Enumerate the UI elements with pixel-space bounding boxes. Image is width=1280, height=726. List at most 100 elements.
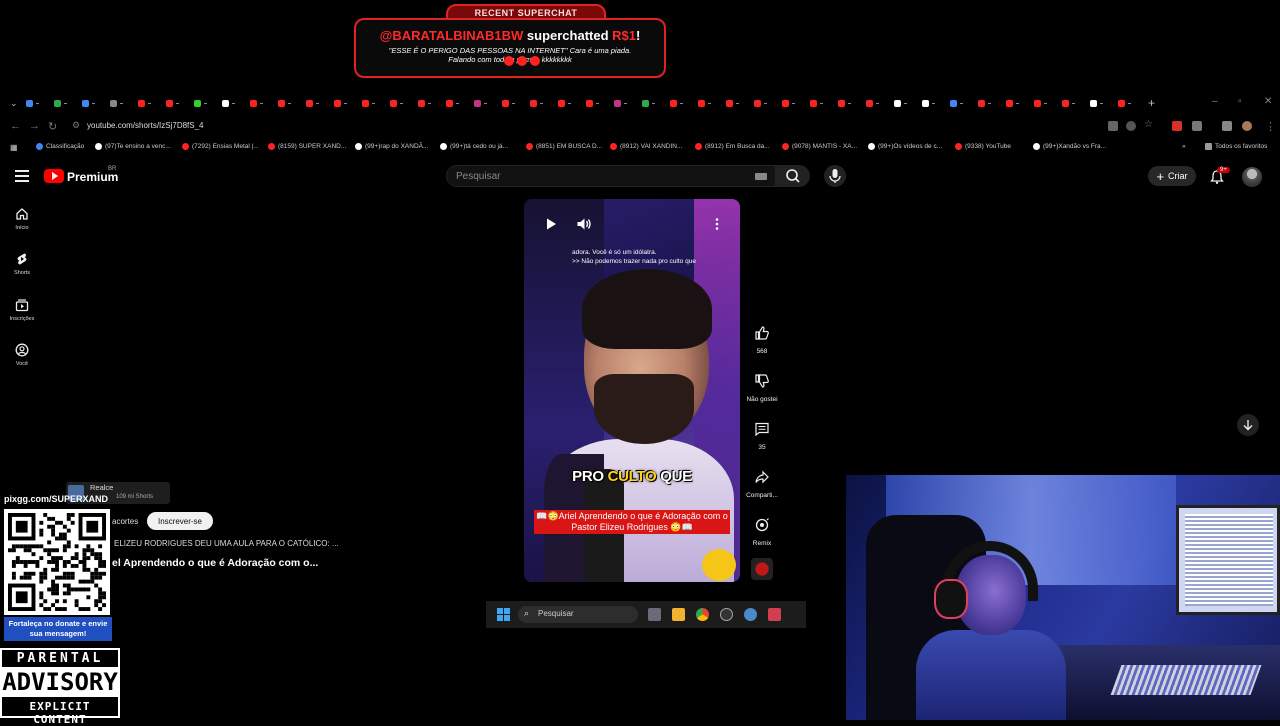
url-field[interactable]: youtube.com/shorts/IzSj7D8fS_4 xyxy=(87,121,204,130)
browser-tab[interactable] xyxy=(806,97,834,109)
reload-icon[interactable]: ↻ xyxy=(48,120,57,133)
windows-start-icon[interactable] xyxy=(497,608,510,621)
browser-tab[interactable] xyxy=(554,97,582,109)
short-video-player[interactable]: adora. Você é só um idólatra. >> Não pod… xyxy=(524,199,740,582)
browser-tab[interactable] xyxy=(1114,97,1142,109)
browser-tab[interactable] xyxy=(50,97,78,109)
nav-shorts[interactable]: Shorts xyxy=(6,252,38,276)
play-icon[interactable] xyxy=(544,217,558,231)
channel-handle[interactable]: acortes xyxy=(112,517,138,526)
bookmark-star-icon[interactable]: ☆ xyxy=(1144,119,1153,130)
browser-tab[interactable] xyxy=(78,97,106,109)
settings-gear-icon[interactable] xyxy=(744,608,757,621)
video-description[interactable]: ELIZEU RODRIGUES DEU UMA AULA PARA O CAT… xyxy=(114,539,339,548)
browser-tab[interactable] xyxy=(862,97,890,109)
browser-tab[interactable] xyxy=(106,97,134,109)
bookmark-item[interactable]: (9078) MANTIS - XA... xyxy=(782,143,857,150)
new-tab-icon[interactable]: + xyxy=(1148,96,1155,110)
task-view-icon[interactable] xyxy=(648,608,661,621)
browser-tab[interactable] xyxy=(470,97,498,109)
browser-tab[interactable] xyxy=(498,97,526,109)
all-bookmarks-folder[interactable]: Todos os favoritos xyxy=(1205,143,1267,150)
nav-home[interactable]: Início xyxy=(6,207,38,231)
browser-tab[interactable] xyxy=(1002,97,1030,109)
hamburger-menu-icon[interactable] xyxy=(15,170,29,182)
site-info-icon[interactable]: ⚙ xyxy=(72,120,80,131)
bookmark-item[interactable]: (99+)tá cedo ou já... xyxy=(440,143,508,150)
browser-tab[interactable] xyxy=(974,97,1002,109)
profile-icon[interactable] xyxy=(1242,121,1252,131)
taskbar-search[interactable]: ⌕ Pesquisar xyxy=(518,606,638,623)
comments-button[interactable]: 35 xyxy=(744,418,780,451)
apps-icon[interactable]: ▦ xyxy=(10,143,18,152)
forward-icon[interactable]: → xyxy=(29,120,40,132)
more-options-icon[interactable] xyxy=(714,217,720,231)
media-icon[interactable] xyxy=(1222,121,1232,131)
browser-tab[interactable] xyxy=(694,97,722,109)
voice-search-button[interactable] xyxy=(824,165,846,187)
search-button[interactable] xyxy=(776,165,810,187)
browser-tab[interactable] xyxy=(526,97,554,109)
minimize-icon[interactable]: – xyxy=(1212,96,1218,107)
back-icon[interactable]: ← xyxy=(10,120,21,132)
browser-tab[interactable] xyxy=(358,97,386,109)
browser-tab[interactable] xyxy=(246,97,274,109)
nav-you[interactable]: Você xyxy=(6,343,38,367)
bookmark-item[interactable]: (97)Te ensino a venc... xyxy=(95,143,171,150)
bookmarks-overflow-icon[interactable]: » xyxy=(1182,143,1186,150)
browser-tab[interactable] xyxy=(890,97,918,109)
extensions-puzzle-icon[interactable] xyxy=(1192,121,1202,131)
volume-icon[interactable] xyxy=(576,217,592,231)
bookmark-item[interactable]: Classificação xyxy=(36,143,84,150)
browser-tab[interactable] xyxy=(638,97,666,109)
streaming-app-icon[interactable] xyxy=(768,608,781,621)
bookmark-item[interactable]: (7292) Ensias Metal |... xyxy=(182,143,259,150)
bookmark-item[interactable]: (8912) VAI XANDIN... xyxy=(610,143,682,150)
browser-tab[interactable] xyxy=(750,97,778,109)
browser-tab[interactable] xyxy=(190,97,218,109)
user-avatar[interactable] xyxy=(1242,167,1262,187)
zoom-icon[interactable] xyxy=(1126,121,1136,131)
bookmark-item[interactable]: (99+)Xandão vs Fra... xyxy=(1033,143,1106,150)
browser-tab[interactable] xyxy=(666,97,694,109)
install-icon[interactable] xyxy=(1108,121,1118,131)
chrome-icon[interactable] xyxy=(696,608,709,621)
audio-source-avatar[interactable] xyxy=(751,558,773,580)
nav-subscriptions[interactable]: Inscrições xyxy=(6,298,38,322)
maximize-icon[interactable]: ▫ xyxy=(1238,96,1242,107)
extension-icon[interactable] xyxy=(1172,121,1182,131)
search-input[interactable]: Pesquisar xyxy=(446,165,776,187)
app-icon[interactable] xyxy=(720,608,733,621)
browser-tab[interactable] xyxy=(330,97,358,109)
like-button[interactable]: 568 xyxy=(744,322,780,355)
browser-tab[interactable] xyxy=(386,97,414,109)
browser-tab[interactable] xyxy=(722,97,750,109)
browser-tab[interactable] xyxy=(442,97,470,109)
browser-tab[interactable] xyxy=(134,97,162,109)
keyboard-icon[interactable] xyxy=(755,173,767,180)
video-title[interactable]: el Aprendendo o que é Adoração com o... xyxy=(112,557,318,569)
browser-menu-icon[interactable]: ⋮ xyxy=(1265,120,1276,133)
youtube-logo-icon[interactable] xyxy=(44,169,64,183)
browser-tab[interactable] xyxy=(302,97,330,109)
next-video-button[interactable] xyxy=(1237,414,1259,436)
browser-tab[interactable] xyxy=(274,97,302,109)
bookmark-item[interactable]: (8912) Em Busca da... xyxy=(695,143,770,150)
browser-tab[interactable] xyxy=(778,97,806,109)
browser-tab[interactable] xyxy=(582,97,610,109)
create-button[interactable]: + Criar xyxy=(1148,166,1196,186)
browser-tab[interactable] xyxy=(22,97,50,109)
browser-tab[interactable] xyxy=(834,97,862,109)
bookmark-item[interactable]: (8159) SUPER XAND... xyxy=(268,143,346,150)
share-button[interactable]: Comparti... xyxy=(744,466,780,499)
browser-tab[interactable] xyxy=(218,97,246,109)
bookmark-item[interactable]: (99+)rap do XANDÃ... xyxy=(355,143,428,150)
tab-search-icon[interactable]: ⌄ xyxy=(6,97,22,109)
bookmark-item[interactable]: (99+)Os vídeos de c... xyxy=(868,143,942,150)
file-explorer-icon[interactable] xyxy=(672,608,685,621)
subscribe-button[interactable]: Inscrever-se xyxy=(147,512,213,530)
browser-tab[interactable] xyxy=(162,97,190,109)
remix-button[interactable]: Remix xyxy=(744,514,780,547)
browser-tab[interactable] xyxy=(414,97,442,109)
bookmark-item[interactable]: (9338) YouTube xyxy=(955,143,1011,150)
